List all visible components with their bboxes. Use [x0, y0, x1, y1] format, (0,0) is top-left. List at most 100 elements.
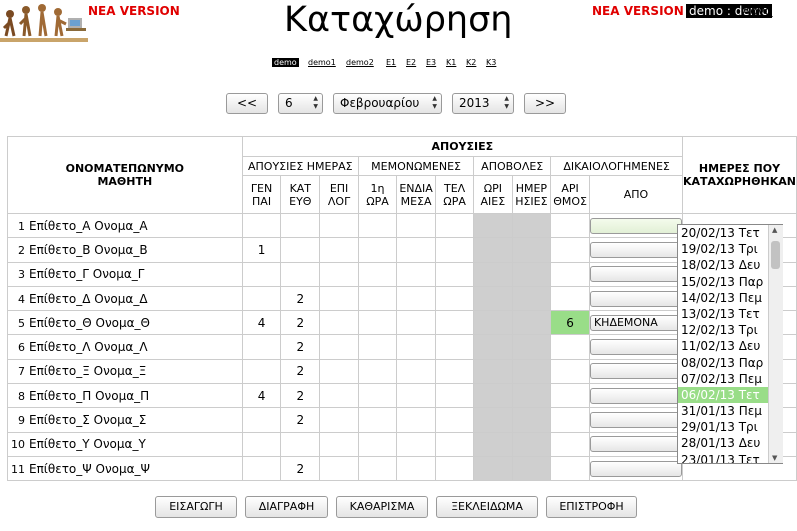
- clear-button[interactable]: ΚΑΘΑΡΙΣΜΑ: [336, 496, 428, 518]
- kat-cell[interactable]: 2: [280, 383, 321, 409]
- input-cell[interactable]: [319, 455, 359, 482]
- gen-cell[interactable]: 1: [241, 237, 282, 263]
- kat-cell[interactable]: [280, 237, 321, 263]
- apo-select[interactable]: [590, 339, 682, 356]
- new-version-link-right[interactable]: ΝΕΑ VERSION: [592, 4, 684, 18]
- input-cell[interactable]: [357, 455, 398, 482]
- date-option[interactable]: 23/01/13 Τετ: [678, 452, 782, 463]
- input-cell[interactable]: [434, 285, 475, 312]
- input-cell[interactable]: [319, 431, 359, 457]
- unlock-button[interactable]: ΞΕΚΛΕΙΔΩΜΑ: [436, 496, 538, 518]
- date-option[interactable]: 13/02/13 Τετ: [678, 306, 782, 322]
- tab-e3[interactable]: E3: [426, 58, 436, 67]
- date-option[interactable]: 15/02/13 Παρ: [678, 274, 782, 290]
- tab-demo2[interactable]: demo2: [346, 58, 374, 67]
- input-cell[interactable]: [357, 431, 398, 457]
- input-cell[interactable]: [396, 285, 436, 312]
- justified-count-cell[interactable]: [550, 431, 590, 457]
- apo-select[interactable]: [590, 436, 682, 453]
- input-cell[interactable]: [319, 212, 359, 239]
- gen-cell[interactable]: 4: [241, 383, 282, 409]
- input-cell[interactable]: [357, 237, 398, 263]
- insert-button[interactable]: ΕΙΣΑΓΩΓΗ: [155, 496, 237, 518]
- scroll-down-icon[interactable]: ▼: [772, 454, 777, 462]
- date-option[interactable]: 11/02/13 Δευ: [678, 338, 782, 354]
- input-cell[interactable]: [396, 455, 436, 482]
- scroll-thumb[interactable]: [771, 241, 780, 269]
- justified-count-cell[interactable]: 6: [550, 310, 590, 336]
- input-cell[interactable]: [319, 407, 359, 433]
- input-cell[interactable]: [434, 383, 475, 409]
- apo-cell[interactable]: [588, 383, 683, 409]
- gen-cell[interactable]: [241, 358, 282, 385]
- input-cell[interactable]: [396, 407, 436, 433]
- gen-cell[interactable]: [241, 407, 282, 433]
- logout-link[interactable]: Λογα: [742, 4, 773, 18]
- justified-count-cell[interactable]: [550, 261, 590, 287]
- input-cell[interactable]: [319, 334, 359, 360]
- input-cell[interactable]: [319, 383, 359, 409]
- kat-cell[interactable]: [280, 212, 321, 239]
- justified-count-cell[interactable]: [550, 407, 590, 433]
- kat-cell[interactable]: 2: [280, 407, 321, 433]
- date-option[interactable]: 07/02/13 Πεμ: [678, 371, 782, 387]
- justified-count-cell[interactable]: [550, 358, 590, 385]
- apo-cell[interactable]: ΚΗΔΕΜΟΝΑ: [588, 310, 683, 336]
- kat-cell[interactable]: [280, 261, 321, 287]
- kat-cell[interactable]: 2: [280, 285, 321, 312]
- date-option[interactable]: 19/02/13 Τρι: [678, 241, 782, 257]
- scroll-up-icon[interactable]: ▲: [772, 226, 777, 234]
- input-cell[interactable]: [434, 455, 475, 482]
- day-select[interactable]: 6 ▲ ▼: [278, 93, 323, 114]
- tab-e2[interactable]: E2: [406, 58, 416, 67]
- apo-select[interactable]: [590, 290, 682, 307]
- apo-cell[interactable]: [588, 261, 683, 287]
- justified-count-cell[interactable]: [550, 383, 590, 409]
- input-cell[interactable]: [357, 334, 398, 360]
- apo-select[interactable]: [590, 460, 682, 477]
- date-option[interactable]: 31/01/13 Πεμ: [678, 403, 782, 419]
- input-cell[interactable]: [434, 431, 475, 457]
- input-cell[interactable]: [396, 212, 436, 239]
- tab-k1[interactable]: K1: [446, 58, 456, 67]
- apo-select[interactable]: ΚΗΔΕΜΟΝΑ: [590, 314, 682, 331]
- input-cell[interactable]: [319, 285, 359, 312]
- apo-select[interactable]: [590, 217, 682, 234]
- apo-select[interactable]: [590, 266, 682, 283]
- gen-cell[interactable]: [241, 285, 282, 312]
- date-option[interactable]: 06/02/13 Τετ: [678, 386, 782, 404]
- gen-cell[interactable]: [241, 334, 282, 360]
- tab-k2[interactable]: K2: [466, 58, 476, 67]
- tab-demo[interactable]: demo: [272, 58, 299, 67]
- input-cell[interactable]: [396, 310, 436, 336]
- apo-cell[interactable]: [588, 285, 683, 312]
- justified-count-cell[interactable]: [550, 455, 590, 482]
- input-cell[interactable]: [434, 310, 475, 336]
- year-select[interactable]: 2013 ▲ ▼: [452, 93, 514, 114]
- kat-cell[interactable]: 2: [280, 358, 321, 385]
- justified-count-cell[interactable]: [550, 285, 590, 312]
- date-option[interactable]: 20/02/13 Τετ: [678, 225, 782, 241]
- input-cell[interactable]: [434, 358, 475, 385]
- gen-cell[interactable]: [241, 261, 282, 287]
- input-cell[interactable]: [434, 407, 475, 433]
- prev-day-button[interactable]: <<: [226, 93, 268, 114]
- input-cell[interactable]: [357, 407, 398, 433]
- input-cell[interactable]: [396, 383, 436, 409]
- apo-cell[interactable]: [588, 455, 683, 482]
- input-cell[interactable]: [396, 431, 436, 457]
- input-cell[interactable]: [357, 261, 398, 287]
- gen-cell[interactable]: [241, 431, 282, 457]
- kat-cell[interactable]: [280, 431, 321, 457]
- date-option[interactable]: 29/01/13 Τρι: [678, 419, 782, 435]
- next-day-button[interactable]: >>: [524, 93, 566, 114]
- input-cell[interactable]: [396, 261, 436, 287]
- new-version-link-left[interactable]: ΝΕΑ VERSION: [88, 4, 180, 18]
- apo-cell[interactable]: [588, 334, 683, 360]
- apo-select[interactable]: [590, 412, 682, 429]
- tab-e1[interactable]: E1: [386, 58, 396, 67]
- input-cell[interactable]: [434, 261, 475, 287]
- month-select[interactable]: Φεβρουαρίου ▲ ▼: [333, 93, 442, 114]
- apo-cell[interactable]: [588, 237, 683, 263]
- date-option[interactable]: 12/02/13 Τρι: [678, 322, 782, 338]
